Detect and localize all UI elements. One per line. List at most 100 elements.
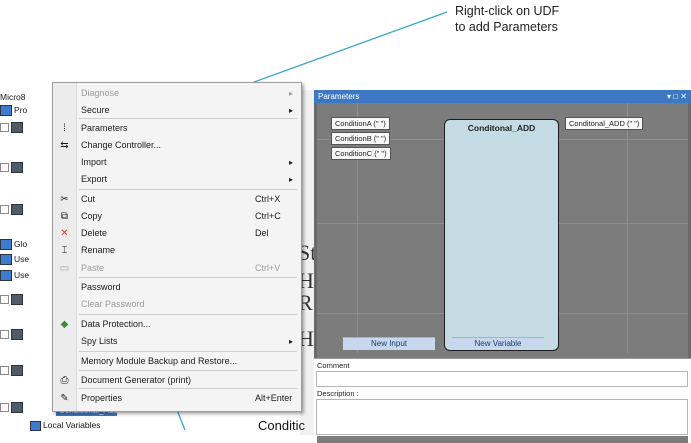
tree-local-variables[interactable]: Local Variables [30, 420, 101, 431]
menu-item-parameters[interactable]: ⁞ Parameters [53, 120, 301, 137]
expand-icon [0, 205, 9, 215]
controller-icon [11, 329, 23, 341]
function-block[interactable]: Conditonal_ADD [444, 119, 559, 351]
menu-item-paste[interactable]: ▭ Paste Ctrl+V [53, 260, 301, 277]
local-variables-icon [30, 420, 41, 431]
menu-item-label: Export [81, 174, 108, 184]
menu-item-copy[interactable]: ⧉ Copy Ctrl+C [53, 208, 301, 225]
menu-item-label: Parameters [81, 123, 128, 133]
data-protection-icon: ◆ [60, 319, 69, 330]
tree-node[interactable] [0, 365, 25, 379]
menu-item-label: Data Protection... [81, 319, 151, 329]
menu-item-label: Delete [81, 228, 108, 238]
menu-item-shortcut: Alt+Enter [255, 393, 293, 403]
menu-item-label: Copy [81, 211, 103, 221]
user-icon [0, 270, 12, 282]
paste-icon: ▭ [59, 263, 70, 274]
menu-item-clear-password[interactable]: Clear Password [53, 296, 301, 313]
controller-icon [11, 294, 23, 306]
delete-icon: ✕ [60, 228, 69, 239]
parameters-window: Parameters ▾ □ ✕ ConditionA (" ") Condit… [314, 90, 691, 443]
submenu-arrow-icon: ▸ [289, 89, 294, 98]
menu-item-delete[interactable]: ✕ Delete Del [53, 225, 301, 242]
menu-separator [79, 351, 297, 352]
change-controller-icon: ⇆ [60, 140, 69, 151]
menu-separator [79, 277, 297, 278]
input-pin-condition-c[interactable]: ConditionC (" ") [331, 147, 391, 160]
expand-icon [0, 123, 9, 133]
new-variable-button[interactable]: New Variable [452, 337, 544, 350]
menu-item-shortcut: Ctrl+X [255, 194, 281, 204]
menu-item-password[interactable]: Password [53, 279, 301, 296]
menu-item-shortcut: Ctrl+C [255, 211, 281, 221]
user-icon [0, 254, 12, 266]
menu-item-data-protection[interactable]: ◆ Data Protection... [53, 316, 301, 333]
menu-item-cut[interactable]: ✂ Cut Ctrl+X [53, 191, 301, 208]
tree-root[interactable]: Micro8 [0, 92, 26, 106]
menu-separator [79, 370, 297, 371]
menu-item-label: Clear Password [81, 299, 145, 309]
menu-item-import[interactable]: Import ▸ [53, 154, 301, 171]
submenu-arrow-icon: ▸ [289, 175, 294, 184]
menu-item-label: Spy Lists [81, 336, 118, 346]
input-pin-condition-b[interactable]: ConditionB (" ") [331, 132, 391, 145]
menu-item-label: Password [81, 282, 121, 292]
tree-item[interactable]: Use [0, 254, 29, 268]
menu-item-label: Paste [81, 263, 105, 273]
expand-icon [0, 295, 9, 305]
menu-item-label: Import [81, 157, 107, 167]
menu-item-label: Document Generator (print) [81, 375, 192, 385]
output-pin[interactable]: Conditonal_ADD (" ") [565, 117, 644, 130]
comment-panel: Comment Description : [314, 358, 691, 436]
context-menu: Diagnose ▸ Secure ▸ ⁞ Parameters ⇆ Change Contr… [52, 82, 302, 412]
parameters-icon: ⁞ [63, 123, 66, 134]
controller-icon [11, 204, 23, 216]
description-field[interactable] [316, 399, 688, 435]
tree-node[interactable] [0, 122, 25, 136]
controller-icon [11, 365, 23, 377]
input-pin-condition-a[interactable]: ConditionA (" ") [331, 117, 390, 130]
menu-item-shortcut: Ctrl+V [255, 263, 281, 273]
expand-icon [0, 163, 9, 173]
tree-node[interactable] [0, 402, 25, 416]
menu-item-diagnose[interactable]: Diagnose ▸ [53, 85, 301, 102]
comment-field[interactable] [316, 371, 688, 387]
properties-icon: ✎ [60, 393, 69, 404]
menu-item-memory-module-backup-and-restore[interactable]: Memory Module Backup and Restore... [53, 353, 301, 370]
tree-node[interactable] [0, 162, 25, 176]
tree-item[interactable]: Pro [0, 105, 27, 119]
description-label: Description : [317, 389, 359, 398]
controller-icon [11, 162, 23, 174]
tree-item[interactable]: Glo [0, 239, 27, 253]
menu-item-label: Memory Module Backup and Restore... [81, 356, 238, 366]
tree-node[interactable] [0, 294, 25, 308]
menu-item-secure[interactable]: Secure ▸ [53, 102, 301, 119]
menu-item-shortcut: Del [255, 228, 269, 238]
tree-node[interactable] [0, 204, 25, 218]
menu-item-label: Properties [81, 393, 123, 403]
rename-icon: ⌶ [61, 245, 68, 256]
menu-item-rename[interactable]: ⌶ Rename [53, 242, 301, 259]
tree-item[interactable]: Use [0, 270, 29, 284]
cut-icon: ✂ [60, 194, 69, 205]
window-controls[interactable]: ▾ □ ✕ [667, 90, 687, 103]
menu-separator [79, 314, 297, 315]
menu-item-label: Change Controller... [81, 140, 162, 150]
tree-node[interactable] [0, 329, 25, 343]
menu-item-label: Cut [81, 194, 96, 204]
controller-icon [11, 402, 23, 414]
editor-tab-title: Conditic [258, 418, 305, 433]
submenu-arrow-icon: ▸ [289, 106, 294, 115]
menu-item-spy-lists[interactable]: Spy Lists ▸ [53, 333, 301, 350]
menu-item-export[interactable]: Export ▸ [53, 171, 301, 188]
menu-separator [79, 189, 297, 190]
menu-item-properties[interactable]: ✎ Properties Alt+Enter [53, 390, 301, 407]
menu-item-change-controller[interactable]: ⇆ Change Controller... [53, 137, 301, 154]
new-input-button[interactable]: New Input [343, 337, 435, 350]
global-vars-icon [0, 239, 12, 251]
expand-icon [0, 366, 9, 376]
parameters-title: Parameters [318, 92, 360, 101]
printer-icon: ⎙ [60, 375, 69, 386]
submenu-arrow-icon: ▸ [289, 158, 294, 167]
menu-item-document-generator-print[interactable]: ⎙ Document Generator (print) [53, 372, 301, 389]
